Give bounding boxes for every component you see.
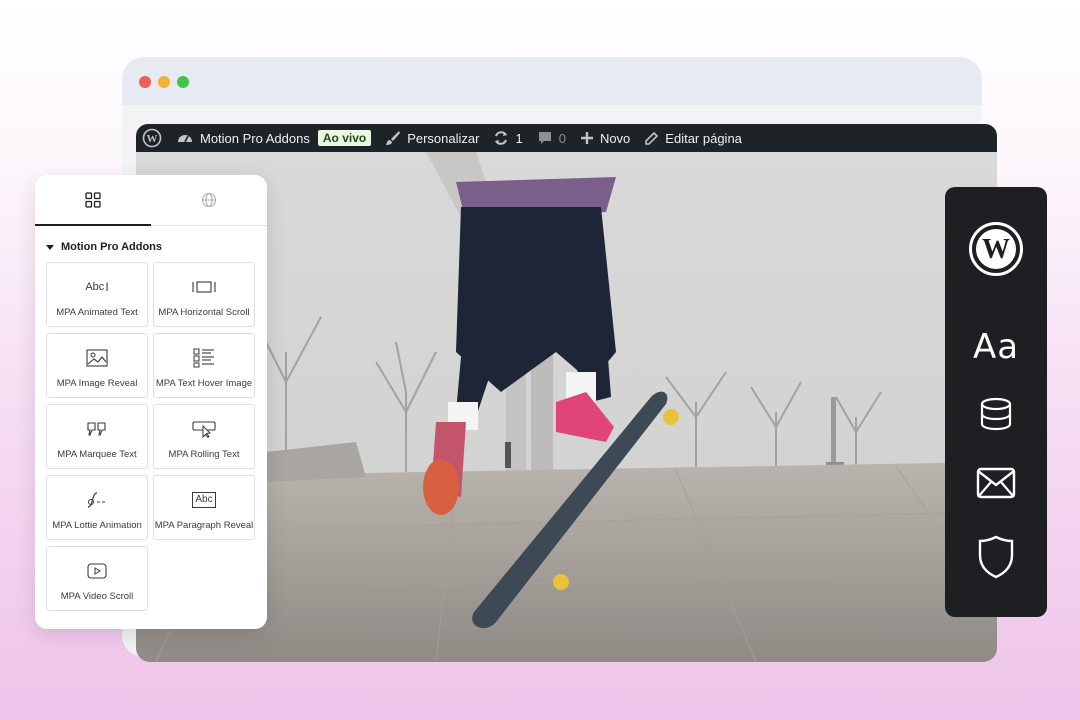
wp-logo-menu[interactable]: W (142, 128, 162, 148)
widget-label: MPA Image Reveal (56, 378, 138, 389)
play-icon (87, 560, 107, 582)
mail-icon (945, 467, 1047, 499)
new-label: Novo (599, 130, 631, 146)
features-sidebar: W Aa (945, 187, 1047, 617)
abc-box-icon: Abc (192, 489, 216, 511)
edit-page-link[interactable]: Editar página (644, 131, 742, 146)
caret-down-icon (46, 244, 54, 250)
panel-tabs (35, 175, 267, 226)
site-name-menu[interactable]: Motion Pro Addons (176, 130, 310, 146)
quote-icon (86, 418, 108, 440)
comment-icon (538, 132, 551, 144)
widget-marquee-text[interactable]: MPA Marquee Text (46, 404, 148, 469)
section-title: Motion Pro Addons (61, 241, 163, 253)
new-content-menu[interactable]: Novo (580, 131, 630, 146)
minimize-window-button[interactable] (158, 76, 170, 88)
updates-count: 1 (515, 130, 523, 146)
widget-label: MPA Rolling Text (168, 449, 240, 460)
svg-text:W: W (147, 133, 158, 145)
widget-image-reveal[interactable]: MPA Image Reveal (46, 333, 148, 398)
edit-page-label: Editar página (665, 130, 742, 146)
comments-count: 0 (558, 130, 566, 146)
widgets-grid: Abc I MPA Animated Text MPA Horizontal Sc… (46, 262, 255, 611)
shield-icon (945, 535, 1047, 579)
image-icon (86, 347, 108, 369)
paragraph-reveal-glyph: Abc (192, 492, 216, 508)
widget-text-hover-image[interactable]: MPA Text Hover Image (153, 333, 255, 398)
updates-icon (495, 131, 508, 145)
wp-admin-bar: W Motion Pro Addons Ao vivo Personalizar (136, 124, 997, 152)
brush-icon (386, 131, 401, 145)
customize-link[interactable]: Personalizar (385, 130, 479, 146)
pointer-box-icon (192, 418, 216, 440)
widget-label: MPA Lottie Animation (52, 520, 142, 531)
typography-icon: Aa (945, 327, 1047, 367)
window-controls (139, 76, 189, 88)
dashboard-icon (178, 135, 192, 143)
widget-paragraph-reveal[interactable]: Abc MPA Paragraph Reveal (153, 475, 255, 540)
site-name: Motion Pro Addons (200, 130, 310, 146)
tab-global[interactable] (151, 175, 267, 225)
updates-link[interactable]: 1 (493, 130, 523, 146)
widgets-panel: Motion Pro Addons Abc I MPA Animated Text… (35, 175, 267, 629)
tab-widgets[interactable] (35, 175, 151, 226)
grid-icon (85, 192, 101, 208)
pencil-icon (645, 131, 659, 145)
text-cursor-icon: Abc I (85, 280, 109, 294)
customize-label: Personalizar (407, 130, 480, 146)
live-status: Ao vivo (317, 130, 372, 146)
widget-label: MPA Text Hover Image (155, 378, 253, 389)
widget-label: MPA Paragraph Reveal (154, 520, 254, 531)
widget-video-scroll[interactable]: MPA Video Scroll (46, 546, 148, 611)
list-image-icon (193, 347, 215, 369)
comments-link[interactable]: 0 (537, 130, 566, 146)
plus-icon (580, 132, 593, 144)
svg-text:W: W (982, 234, 1010, 265)
wordpress-icon: W (142, 128, 162, 148)
animated-text-glyph: Abc (85, 281, 105, 293)
database-icon (945, 397, 1047, 431)
globe-icon (201, 192, 217, 208)
widget-label: MPA Horizontal Scroll (158, 307, 250, 318)
live-badge: Ao vivo (317, 130, 372, 146)
widget-label: MPA Video Scroll (60, 591, 134, 602)
wordpress-icon: W (945, 221, 1047, 277)
close-window-button[interactable] (139, 76, 151, 88)
typography-glyph: Aa (972, 327, 1020, 367)
widget-horizontal-scroll[interactable]: MPA Horizontal Scroll (153, 262, 255, 327)
widget-lottie-animation[interactable]: MPA Lottie Animation (46, 475, 148, 540)
widget-rolling-text[interactable]: MPA Rolling Text (153, 404, 255, 469)
section-header[interactable]: Motion Pro Addons (35, 241, 267, 253)
widget-label: MPA Animated Text (56, 307, 138, 318)
widget-animated-text[interactable]: Abc I MPA Animated Text (46, 262, 148, 327)
widget-label: MPA Marquee Text (57, 449, 137, 460)
lottie-icon (85, 489, 109, 511)
horizontal-scroll-icon (192, 276, 216, 298)
maximize-window-button[interactable] (177, 76, 189, 88)
